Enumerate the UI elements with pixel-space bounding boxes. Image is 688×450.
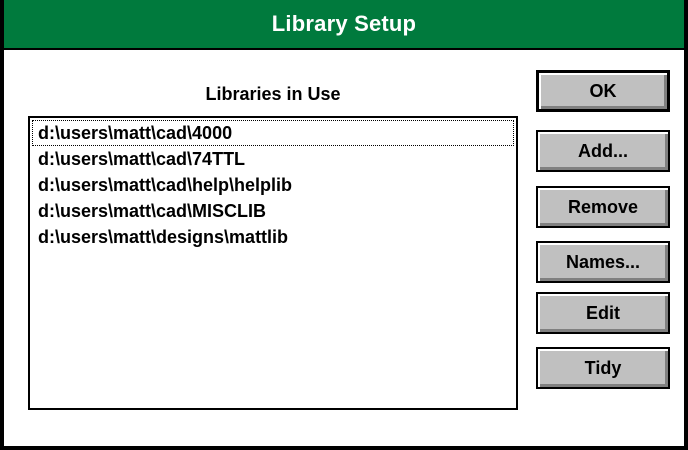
list-item[interactable]: d:\users\matt\cad\help\helplib [32, 172, 514, 198]
libraries-list-label: Libraries in Use [205, 84, 341, 104]
list-item[interactable]: d:\users\matt\designs\mattlib [32, 224, 514, 250]
library-setup-dialog: Library Setup Libraries in Use d:\users\… [0, 0, 688, 450]
add-button[interactable]: Add... [536, 130, 670, 172]
names-button[interactable]: Names... [536, 241, 670, 283]
tidy-button[interactable]: Tidy [536, 347, 670, 389]
title-bar: Library Setup [4, 0, 684, 50]
list-item[interactable]: d:\users\matt\cad\MISCLIB [32, 198, 514, 224]
edit-button[interactable]: Edit [536, 292, 670, 334]
remove-button[interactable]: Remove [536, 186, 670, 228]
list-item[interactable]: d:\users\matt\cad\4000 [32, 120, 514, 146]
libraries-listbox[interactable]: d:\users\matt\cad\4000 d:\users\matt\cad… [28, 116, 518, 410]
dialog-title: Library Setup [271, 11, 417, 36]
ok-button[interactable]: OK [536, 70, 670, 112]
list-item[interactable]: d:\users\matt\cad\74TTL [32, 146, 514, 172]
